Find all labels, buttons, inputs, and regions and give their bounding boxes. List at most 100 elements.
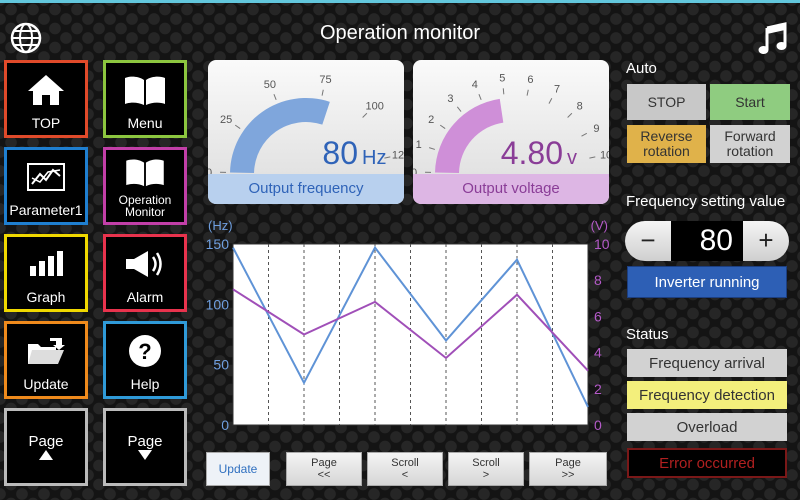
music-note-icon[interactable]: [758, 22, 788, 56]
inverter-running-indicator: Inverter running: [627, 266, 787, 298]
voltage-gauge-tick-label: 7: [554, 84, 560, 96]
nav-alarm-button[interactable]: Alarm: [103, 234, 187, 312]
voltage-gauge-tick: [548, 98, 553, 104]
left-axis-tick: 100: [206, 296, 230, 312]
right-axis-tick: 2: [594, 381, 602, 397]
frequency-gauge-tick: [234, 124, 241, 129]
right-axis-tick: 10: [594, 236, 610, 252]
book-icon: [125, 76, 165, 105]
overload-status: Overload: [627, 413, 787, 441]
nav-menu-button[interactable]: Menu: [103, 60, 187, 138]
frequency-detection-status: Frequency detection: [627, 381, 787, 409]
nav-menu-label: Menu: [127, 115, 163, 131]
nav-update-label: Update: [23, 376, 69, 392]
right-axis-tick: 0: [594, 417, 602, 433]
page-prev-button[interactable]: Page <<: [286, 452, 362, 486]
triangle-up-icon: [39, 449, 53, 460]
start-button[interactable]: Start: [710, 84, 790, 120]
voltage-gauge-tick-label: 8: [577, 100, 583, 112]
status-label: Status: [626, 326, 669, 343]
left-axis-tick: 50: [213, 357, 229, 373]
page-next-label: Page: [555, 457, 581, 469]
right-axis-label: (V): [591, 218, 608, 233]
nav-help-button[interactable]: ? Help: [103, 321, 187, 399]
voltage-gauge-tick: [589, 156, 596, 159]
frequency-gauge-tick-label: 125: [392, 150, 404, 162]
chart-line-icon: [27, 162, 65, 191]
nav-operation-monitor-button[interactable]: Operation Monitor: [103, 147, 187, 225]
frequency-gauge-tick: [321, 89, 324, 96]
nav-page-down-button[interactable]: Page: [103, 408, 187, 486]
frequency-increment-button[interactable]: +: [743, 221, 789, 261]
nav-operation-monitor-label: Operation Monitor: [118, 193, 172, 219]
voltage-gauge-tick-label: 9: [593, 123, 599, 135]
voltage-gauge-tick: [526, 89, 529, 96]
nav-page-down-label: Page: [127, 432, 163, 450]
book-icon: [126, 159, 164, 187]
voltage-gauge-tick-label: 1: [416, 139, 422, 151]
voltage-gauge-tick-label: 10: [600, 150, 609, 162]
voltage-gauge-arc: [435, 98, 504, 173]
scroll-left-button[interactable]: Scroll <: [367, 452, 443, 486]
nav-graph-button[interactable]: Graph: [4, 234, 88, 312]
left-axis-tick: 150: [206, 236, 230, 252]
frequency-gauge-value: 80: [322, 135, 358, 171]
megaphone-icon: [126, 250, 162, 277]
update-button[interactable]: Update: [206, 452, 270, 486]
voltage-gauge-tick: [429, 147, 436, 150]
frequency-gauge-tick-label: 25: [220, 114, 232, 126]
help-icon: ?: [129, 334, 161, 367]
right-axis-tick: 4: [594, 345, 602, 361]
frequency-gauge-tick-label: 75: [319, 74, 331, 86]
page-prev-label: Page: [311, 457, 337, 469]
nav-top-button[interactable]: TOP: [4, 60, 88, 138]
frequency-setting-label: Frequency setting value: [626, 193, 786, 210]
forward-rotation-button[interactable]: Forward rotation: [710, 125, 790, 163]
nav-graph-label: Graph: [26, 289, 66, 305]
nav-update-button[interactable]: Update: [4, 321, 88, 399]
scroll-right-label: Scroll: [472, 457, 500, 469]
voltage-gauge-tick: [567, 112, 573, 118]
scroll-right-arrow: >: [482, 469, 490, 481]
reverse-rotation-button[interactable]: Reverse rotation: [627, 125, 706, 163]
nav-page-up-button[interactable]: Page: [4, 408, 88, 486]
nav-top-label: TOP: [31, 115, 61, 131]
voltage-gauge-tick-label: 3: [447, 93, 453, 105]
stop-button[interactable]: STOP: [627, 84, 706, 120]
voltage-gauge-tick-label: 2: [428, 114, 434, 126]
triangle-down-icon: [138, 449, 152, 460]
update-button-label: Update: [218, 462, 258, 476]
page-next-button[interactable]: Page >>: [529, 452, 607, 486]
scroll-left-arrow: <: [401, 469, 409, 481]
frequency-gauge-unit: Hz: [362, 147, 386, 169]
voltage-gauge-tick: [439, 124, 446, 129]
output-voltage-gauge: 0123456789104.80v Output voltage: [413, 60, 609, 204]
frequency-arrival-status: Frequency arrival: [627, 349, 787, 377]
nav-alarm-label: Alarm: [126, 289, 164, 305]
nav-parameter1-button[interactable]: Parameter1: [4, 147, 88, 225]
frequency-gauge-tick-label: 100: [365, 100, 383, 112]
left-axis-tick: 0: [221, 417, 229, 433]
nav-help-label: Help: [130, 376, 160, 392]
home-icon: [28, 74, 64, 105]
error-occurred-status: Error occurred: [627, 448, 787, 478]
voltage-gauge-tick-label: 4: [472, 79, 478, 91]
frequency-setting-value[interactable]: 80: [671, 221, 743, 261]
voltage-gauge-tick: [581, 132, 588, 137]
frequency-gauge-tick: [362, 112, 368, 118]
frequency-decrement-button[interactable]: −: [625, 221, 671, 261]
scroll-right-button[interactable]: Scroll >: [448, 452, 524, 486]
nav-page-up-label: Page: [28, 432, 64, 450]
voltage-gauge-tick: [456, 106, 462, 112]
bar-chart-icon: [30, 250, 63, 276]
voltage-gauge-tick: [478, 94, 482, 100]
frequency-setting-stepper: − 80 +: [625, 221, 789, 261]
right-axis-tick: 8: [594, 272, 602, 288]
output-voltage-caption: Output voltage: [413, 174, 609, 204]
output-frequency-gauge: 025507510012580Hz Output frequency: [208, 60, 404, 204]
page-prev-arrow: <<: [317, 469, 331, 481]
voltage-gauge-tick-label: 5: [499, 72, 505, 84]
page-title: Operation monitor: [319, 22, 481, 44]
scroll-left-label: Scroll: [391, 457, 419, 469]
frequency-gauge-arc: [230, 97, 330, 173]
